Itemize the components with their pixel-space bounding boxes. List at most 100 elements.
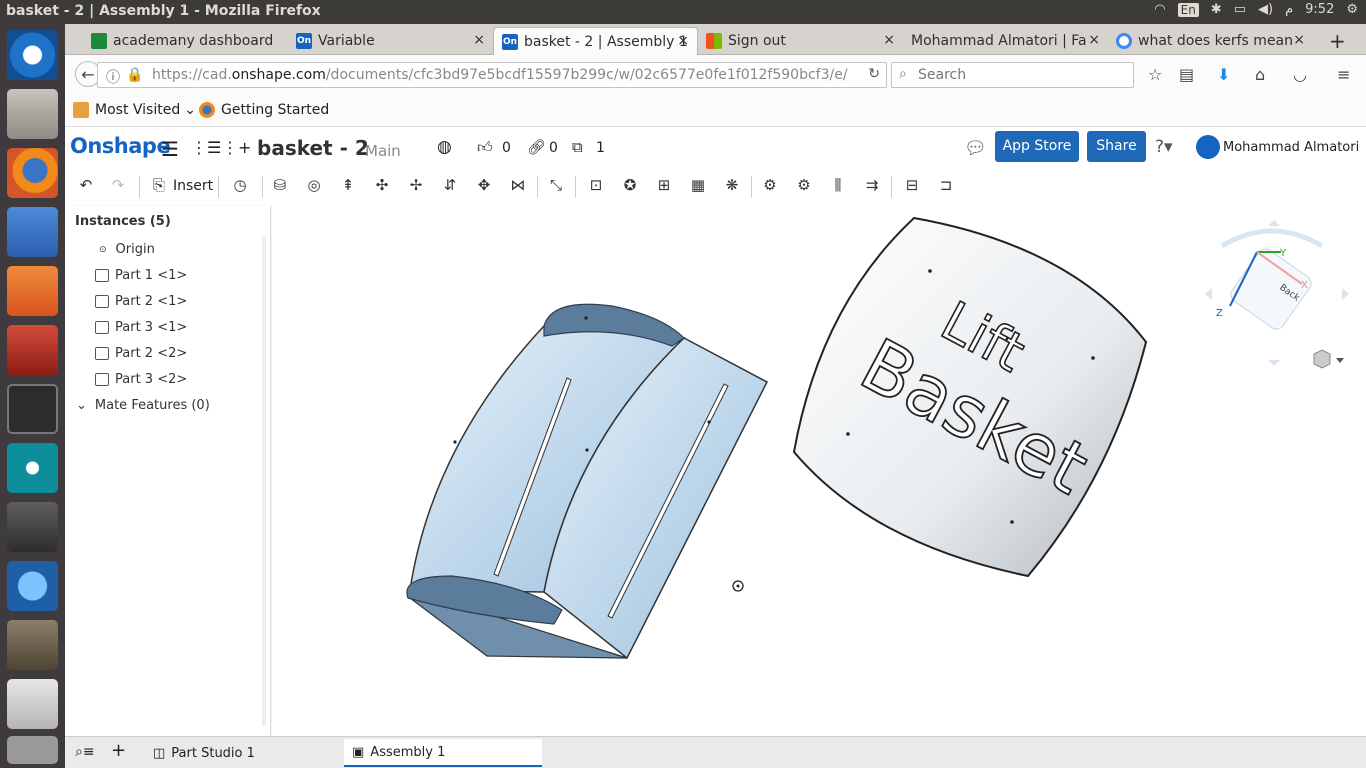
close-icon[interactable]: × <box>677 33 689 49</box>
writer-icon[interactable] <box>7 207 58 257</box>
settings-gear-icon[interactable]: ⚙ <box>1346 2 1358 17</box>
keyboard-layout-indicator[interactable]: En <box>1177 2 1199 17</box>
hamburger-menu-icon[interactable]: ≡ <box>1337 65 1350 84</box>
share-button[interactable]: Share <box>1087 131 1146 162</box>
most-visited-bookmark[interactable]: Most Visited ⌄ <box>73 102 196 118</box>
replicate-icon[interactable]: ▦ <box>688 176 708 196</box>
linear-relation-icon[interactable]: ⇉ <box>862 176 882 196</box>
terminal-icon[interactable] <box>7 384 58 434</box>
versions-icon[interactable]: ⋮☰ <box>191 138 221 157</box>
arduino-icon[interactable] <box>7 443 58 493</box>
undo-icon[interactable]: ↶ <box>76 176 96 196</box>
link-icon[interactable]: 🔗︎ <box>527 138 546 156</box>
menu-icon[interactable]: ☰ <box>161 137 179 161</box>
standard-view-icon[interactable]: ◷ <box>230 176 250 196</box>
tab-variable[interactable]: On Variable × <box>288 27 493 55</box>
bluetooth-icon[interactable]: ✱ <box>1211 2 1222 17</box>
reader-list-icon[interactable]: ▤ <box>1179 65 1194 84</box>
tab-academany[interactable]: academany dashboard <box>83 27 288 55</box>
list-item[interactable]: Part 3 <1> <box>95 320 187 335</box>
list-item[interactable]: Part 3 <2> <box>95 372 187 387</box>
basket-assembly-model[interactable] <box>406 303 769 660</box>
info-icon[interactable]: ⓘ <box>106 67 120 87</box>
pattern-icon[interactable]: ❋ <box>722 176 742 196</box>
list-item[interactable]: Part 1 <1> <box>95 268 187 283</box>
close-icon[interactable]: × <box>1088 32 1100 48</box>
tab-google-search[interactable]: what does kerfs mean × <box>1108 27 1313 55</box>
relation-icon[interactable]: ⊞ <box>654 176 674 196</box>
avatar[interactable] <box>1196 135 1220 159</box>
downloads-icon[interactable]: ⬇ <box>1217 65 1230 84</box>
pocket-icon[interactable]: ◡ <box>1293 65 1307 84</box>
getting-started-bookmark[interactable]: Getting Started <box>199 102 329 118</box>
lift-basket-panel-model[interactable]: Lift Basket <box>792 216 1148 578</box>
redo-icon[interactable]: ↷ <box>108 176 128 196</box>
view-cube[interactable]: Y X Z Back <box>1205 220 1349 366</box>
model-canvas[interactable]: Lift Basket Y X Z Back <box>272 206 1366 736</box>
measure-icon[interactable]: ⊟ <box>902 176 922 196</box>
parallel-mate-icon[interactable]: ⋈ <box>508 176 528 196</box>
mouse-settings-icon[interactable] <box>7 679 58 729</box>
onshape-logo[interactable]: Onshape <box>70 134 171 158</box>
system-settings-icon[interactable] <box>7 325 58 375</box>
reload-icon[interactable]: ↻ <box>868 66 880 82</box>
tab-basket-assembly[interactable]: On basket - 2 | Assembly 1 × <box>493 27 698 55</box>
globe-icon[interactable]: ◍ <box>437 137 452 157</box>
url-bar[interactable]: ⓘ 🔒 https://cad.onshape.com/documents/cf… <box>97 62 887 88</box>
tab-facebook[interactable]: Mohammad Almatori | Fa × <box>903 27 1108 55</box>
list-item[interactable]: Part 2 <1> <box>95 294 187 309</box>
list-item[interactable]: Part 2 <2> <box>95 346 187 361</box>
new-tab-button[interactable]: + <box>1321 27 1351 55</box>
branch-icon[interactable]: ⋮+ <box>222 138 251 157</box>
group-icon[interactable]: ⊡ <box>586 176 606 196</box>
close-icon[interactable]: × <box>473 32 485 48</box>
panel-scrollbar[interactable] <box>262 236 266 726</box>
clock[interactable]: 9:52 <box>1305 2 1334 17</box>
fastened-mate-icon[interactable]: ⛁ <box>270 176 290 196</box>
user-name[interactable]: Mohammad Almatori <box>1223 140 1359 155</box>
wifi-icon[interactable]: ◠ <box>1154 2 1165 17</box>
search-input[interactable]: ⌕ Search <box>891 62 1134 88</box>
tab-assembly-1[interactable]: ▣ Assembly 1 <box>344 739 542 767</box>
rack-pinion-icon[interactable]: ⚙ <box>794 176 814 196</box>
cylindrical-mate-icon[interactable]: ✢ <box>406 176 426 196</box>
add-tab-icon[interactable]: + <box>111 740 126 761</box>
gimp-icon[interactable] <box>7 620 58 670</box>
insert-button[interactable]: Insert <box>173 178 213 194</box>
files-icon[interactable] <box>7 89 58 139</box>
slider-mate-icon[interactable]: ⇞ <box>338 176 358 196</box>
help-icon[interactable] <box>7 736 58 764</box>
chevron-down-icon[interactable]: ⌄ <box>76 398 87 413</box>
planar-mate-icon[interactable]: ✣ <box>372 176 392 196</box>
insert-icon[interactable]: ⎘ <box>149 176 169 196</box>
revolute-mate-icon[interactable]: ◎ <box>304 176 324 196</box>
firefox-icon[interactable] <box>7 148 58 198</box>
bookmark-star-icon[interactable]: ☆ <box>1148 65 1162 84</box>
tangent-mate-icon[interactable]: ⤡ <box>546 176 566 196</box>
mate-features-item[interactable]: ⌄ Mate Features (0) <box>76 398 210 413</box>
origin-item[interactable]: ⊙ Origin <box>99 242 155 257</box>
gear-relation-icon[interactable]: ⚙ <box>760 176 780 196</box>
comments-icon[interactable]: 💬︎ <box>964 138 987 159</box>
view-options-icon[interactable] <box>1313 349 1344 369</box>
battery-icon[interactable]: ▭ <box>1234 2 1246 17</box>
tab-manager-icon[interactable]: ⌕≡ <box>75 744 95 760</box>
home-icon[interactable]: ⌂ <box>1255 65 1265 84</box>
software-center-icon[interactable] <box>7 266 58 316</box>
app-store-button[interactable]: App Store <box>995 131 1079 162</box>
pin-slot-mate-icon[interactable]: ⇵ <box>440 176 460 196</box>
mate-connector-icon[interactable]: ✪ <box>620 176 640 196</box>
ubuntu-dash-icon[interactable] <box>7 30 58 80</box>
tab-sign-out[interactable]: Sign out × <box>698 27 903 55</box>
volume-icon[interactable]: ◀) <box>1258 2 1273 17</box>
ball-mate-icon[interactable]: ✥ <box>474 176 494 196</box>
help-icon[interactable]: ?▾ <box>1155 137 1173 157</box>
graphics-viewport[interactable]: Lift Basket Y X Z Back <box>272 206 1366 736</box>
tab-part-studio-1[interactable]: ◫ Part Studio 1 <box>145 739 341 767</box>
like-icon[interactable]: 👍︎ <box>477 138 493 157</box>
close-icon[interactable]: × <box>1293 32 1305 48</box>
explode-icon[interactable]: ⊐ <box>936 176 956 196</box>
close-icon[interactable]: × <box>883 32 895 48</box>
copy-icon[interactable]: ⧉ <box>572 138 583 156</box>
document-title[interactable]: basket - 2 <box>257 136 369 160</box>
